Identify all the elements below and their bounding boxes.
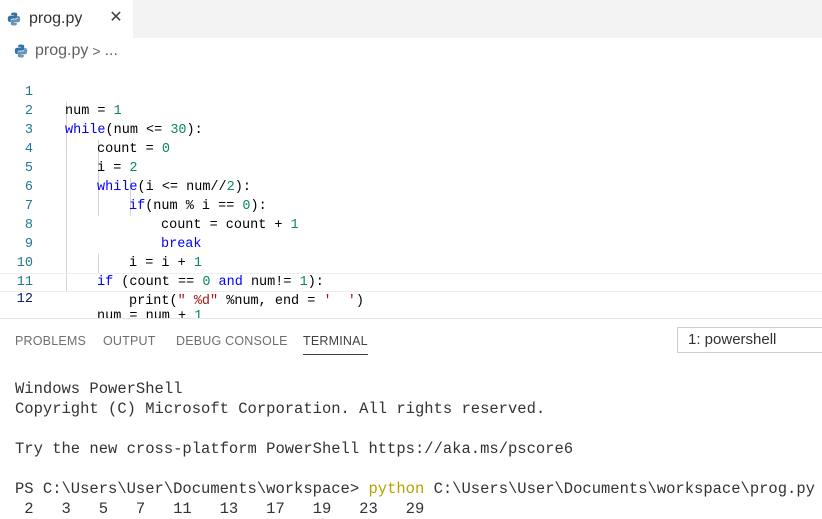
python-icon bbox=[7, 12, 21, 26]
terminal-line: Try the new cross-platform PowerShell ht… bbox=[15, 440, 574, 458]
code-editor[interactable]: 1 num = 1 2 while(num <= 30): 3 count = … bbox=[0, 64, 822, 324]
terminal-program-output: 2 3 5 7 11 13 17 19 23 29 bbox=[15, 500, 425, 518]
tab-terminal[interactable]: TERMINAL bbox=[303, 334, 368, 355]
code-line: 5 while(i <= num//2): bbox=[0, 140, 822, 195]
code-line: 10 if (count == 0 and num!= 1): bbox=[0, 235, 822, 290]
python-icon bbox=[14, 44, 28, 58]
editor-tab-bar: prog.py ✕ bbox=[0, 0, 822, 38]
code-line: 3 count = 0 bbox=[0, 102, 822, 157]
code-line: 6 if(num % i == 0): bbox=[0, 159, 822, 214]
close-icon[interactable]: ✕ bbox=[108, 9, 124, 27]
terminal-line: Copyright (C) Microsoft Corporation. All… bbox=[15, 400, 546, 418]
terminal-command: python bbox=[368, 480, 425, 498]
breadcrumb-file[interactable]: prog.py bbox=[35, 42, 88, 60]
code-line: 1 num = 1 bbox=[0, 64, 822, 119]
terminal-line: Windows PowerShell bbox=[15, 380, 183, 398]
code-line: 7 count = count + 1 bbox=[0, 178, 822, 233]
tab-problems[interactable]: PROBLEMS bbox=[15, 334, 86, 348]
code-line: 2 while(num <= 30): bbox=[0, 83, 822, 138]
breadcrumb-more[interactable]: ... bbox=[105, 42, 118, 60]
tab-label: prog.py bbox=[29, 10, 83, 27]
breadcrumb-separator: > bbox=[92, 43, 101, 59]
code-line: 9 i = i + 1 bbox=[0, 216, 822, 271]
terminal-command-args: C:\Users\User\Documents\workspace\prog.p… bbox=[424, 480, 815, 498]
breadcrumb: prog.py > ... bbox=[0, 38, 822, 64]
terminal-prompt: PS C:\Users\User\Documents\workspace> bbox=[15, 480, 369, 498]
line-number: 12 bbox=[16, 292, 33, 307]
code-line-current: 12 num = num + 1 bbox=[0, 273, 822, 324]
tab-prog-py[interactable]: prog.py ✕ bbox=[0, 0, 133, 38]
code-line: 11 print(" %d" %num, end = ' ') bbox=[0, 254, 822, 309]
bottom-panel: PROBLEMS OUTPUT DEBUG CONSOLE TERMINAL 1… bbox=[0, 318, 822, 519]
tab-output[interactable]: OUTPUT bbox=[103, 334, 156, 348]
code-line: 8 break bbox=[0, 197, 822, 252]
code-line: 4 i = 2 bbox=[0, 121, 822, 176]
tab-debug-console[interactable]: DEBUG CONSOLE bbox=[176, 334, 288, 348]
terminal-select[interactable]: 1: powershell bbox=[677, 327, 822, 353]
terminal-command-line: PS C:\Users\User\Documents\workspace> py… bbox=[15, 479, 815, 499]
